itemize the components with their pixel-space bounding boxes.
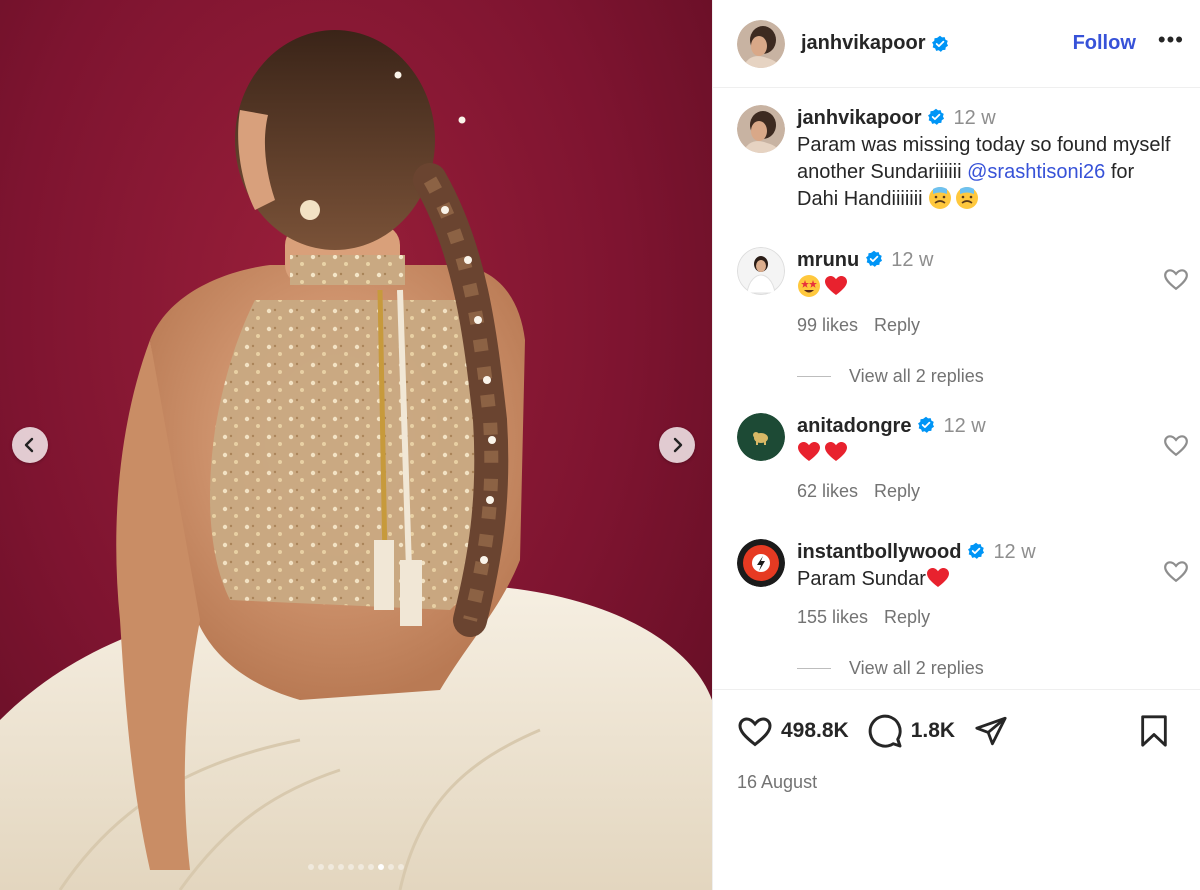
carousel-dot xyxy=(368,864,374,870)
red-heart-emoji-icon xyxy=(825,442,847,461)
previous-slide-button[interactable] xyxy=(12,427,48,463)
commenter-avatar[interactable] xyxy=(737,247,785,295)
view-replies-button[interactable]: View all 2 replies xyxy=(797,366,984,387)
commenter-username[interactable]: instantbollywood xyxy=(797,541,961,563)
comment-text: Param Sundar xyxy=(797,568,926,590)
comment-button[interactable]: 1.8K xyxy=(867,713,955,749)
post-header: janhvikapoor Follow ••• xyxy=(713,0,1200,88)
post-footer: 498.8K 1.8K 16 August xyxy=(713,689,1200,793)
caption-author-avatar[interactable] xyxy=(737,105,785,153)
comment-likes-count[interactable]: 99 likes xyxy=(797,315,858,335)
comment-bubble-icon xyxy=(868,714,902,748)
verified-badge-icon xyxy=(866,250,883,267)
comment-timestamp[interactable]: 12 w xyxy=(891,249,933,271)
comment-likes-count[interactable]: 155 likes xyxy=(797,607,868,627)
comment-row: instantbollywood 12 w Param Sundar 155 li… xyxy=(737,539,1188,628)
star-struck-emoji-icon xyxy=(798,275,820,297)
verified-badge-icon xyxy=(932,35,949,52)
carousel-dot xyxy=(388,864,394,870)
like-button[interactable]: 498.8K xyxy=(737,714,849,748)
comments-count[interactable]: 1.8K xyxy=(911,719,955,743)
post-photo xyxy=(0,30,712,890)
post-media[interactable] xyxy=(0,0,712,890)
caption-username[interactable]: janhvikapoor xyxy=(797,107,921,129)
follow-button[interactable]: Follow xyxy=(1073,32,1136,55)
carousel-dot xyxy=(328,864,334,870)
author-avatar[interactable] xyxy=(737,19,785,68)
red-heart-emoji-icon xyxy=(926,568,949,587)
carousel-dot xyxy=(308,864,314,870)
post-date[interactable]: 16 August xyxy=(713,772,1200,793)
chevron-right-icon xyxy=(673,437,683,453)
heart-icon xyxy=(738,717,772,747)
author-username[interactable]: janhvikapoor xyxy=(801,32,925,55)
red-heart-emoji-icon xyxy=(825,276,847,295)
red-heart-emoji-icon xyxy=(798,442,820,461)
comment-row: mrunu 12 w 99 likes Reply xyxy=(737,247,1188,336)
caption-mention-link[interactable]: @srashtisoni26 xyxy=(967,161,1105,183)
replies-divider-line xyxy=(797,376,831,377)
save-button[interactable] xyxy=(1139,714,1169,748)
carousel-dot xyxy=(348,864,354,870)
post-side-panel: janhvikapoor Follow ••• janhvikapoor 12 w… xyxy=(712,0,1200,890)
carousel-indicator xyxy=(0,864,712,870)
verified-badge-icon xyxy=(968,542,985,559)
more-options-button[interactable]: ••• xyxy=(1158,28,1184,59)
replies-divider-line xyxy=(797,668,831,669)
verified-badge-icon xyxy=(918,416,935,433)
likes-count[interactable]: 498.8K xyxy=(781,719,849,743)
commenter-avatar[interactable] xyxy=(737,539,785,587)
reply-button[interactable]: Reply xyxy=(874,315,920,335)
view-replies-label: View all 2 replies xyxy=(849,658,984,678)
view-replies-button[interactable]: View all 2 replies xyxy=(797,658,984,679)
comment-likes-count[interactable]: 62 likes xyxy=(797,481,858,501)
comment-row: anitadongre 12 w 62 likes Reply xyxy=(737,413,1188,502)
like-comment-heart-icon[interactable] xyxy=(1163,433,1189,457)
next-slide-button[interactable] xyxy=(659,427,695,463)
comment-timestamp[interactable]: 12 w xyxy=(993,541,1035,563)
hot-face-emoji-icon xyxy=(929,187,952,209)
share-button[interactable] xyxy=(973,714,1009,748)
carousel-dot xyxy=(358,864,364,870)
commenter-username[interactable]: mrunu xyxy=(797,249,859,271)
like-comment-heart-icon[interactable] xyxy=(1163,267,1189,291)
action-bar: 498.8K 1.8K xyxy=(713,690,1200,772)
like-comment-heart-icon[interactable] xyxy=(1163,559,1189,583)
view-replies-label: View all 2 replies xyxy=(849,366,984,386)
reply-button[interactable]: Reply xyxy=(874,481,920,501)
carousel-dot xyxy=(318,864,324,870)
comment-timestamp[interactable]: 12 w xyxy=(943,415,985,437)
comments-list[interactable]: janhvikapoor 12 w Param was missing today… xyxy=(713,89,1200,689)
commenter-username[interactable]: anitadongre xyxy=(797,415,911,437)
paper-plane-icon xyxy=(975,716,1007,746)
hot-face-emoji-icon xyxy=(956,187,979,209)
commenter-avatar[interactable] xyxy=(737,413,785,461)
carousel-dot xyxy=(398,864,404,870)
caption-timestamp[interactable]: 12 w xyxy=(953,107,995,129)
carousel-dot xyxy=(378,864,384,870)
bookmark-icon xyxy=(1141,715,1167,747)
chevron-left-icon xyxy=(24,437,34,453)
carousel-dot xyxy=(338,864,344,870)
reply-button[interactable]: Reply xyxy=(884,607,930,627)
verified-badge-icon xyxy=(928,108,945,125)
caption-row: janhvikapoor 12 w Param was missing today… xyxy=(737,105,1177,213)
